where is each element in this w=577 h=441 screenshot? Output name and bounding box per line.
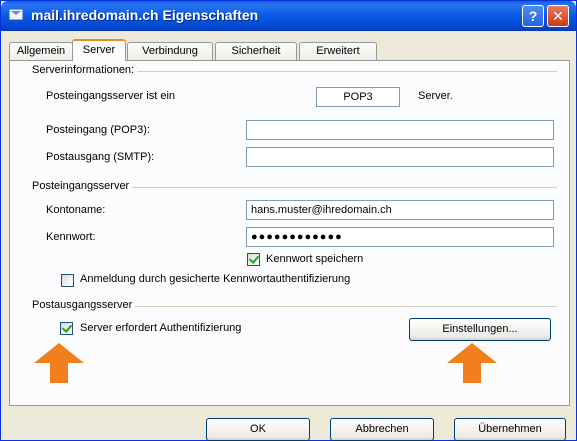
pop3-server-input[interactable] (246, 120, 554, 140)
tab-strip: Allgemein Server Verbindung Sicherheit E… (9, 39, 569, 61)
tab-verbindung[interactable]: Verbindung (127, 42, 213, 60)
smtp-label: Postausgang (SMTP): (46, 151, 155, 163)
password-label: Kennwort: (46, 231, 96, 243)
outgoing-server-group-label: Postausgangsserver (32, 299, 136, 311)
incoming-type-label: Posteingangsserver ist ein (46, 90, 176, 102)
tab-allgemein[interactable]: Allgemein (9, 42, 73, 60)
spa-checkbox[interactable] (61, 274, 74, 287)
tab-server[interactable]: Server (72, 39, 126, 61)
arrow-up-icon (447, 343, 497, 383)
apply-button[interactable]: Übernehmen (454, 418, 566, 441)
cancel-button[interactable]: Abbrechen (330, 418, 434, 441)
mail-account-icon (9, 9, 23, 20)
title-bar[interactable]: mail.ihredomain.ch Eigenschaften ? ✕ (1, 1, 576, 31)
window-title: mail.ihredomain.ch Eigenschaften (31, 7, 259, 23)
server-tab-panel: Serverinformationen: Posteingangsserver … (9, 60, 570, 406)
save-password-label[interactable]: Kennwort speichern (266, 253, 363, 265)
account-name-input[interactable]: hans.muster@ihredomain.ch (246, 200, 554, 220)
account-name-label: Kontoname: (46, 204, 106, 216)
save-password-checkbox[interactable] (247, 253, 260, 266)
incoming-server-group-label: Posteingangsserver (32, 180, 133, 192)
help-button[interactable]: ? (522, 5, 544, 27)
smtp-server-input[interactable] (246, 147, 554, 167)
auth-required-label[interactable]: Server erfordert Authentifizierung (80, 322, 241, 334)
password-input[interactable]: ●●●●●●●●●●●● (246, 227, 554, 247)
tab-erweitert[interactable]: Erweitert (299, 42, 377, 60)
incoming-type-suffix: Server. (418, 90, 453, 102)
close-button[interactable]: ✕ (547, 5, 569, 27)
pop3-label: Posteingang (POP3): (46, 124, 150, 136)
auth-required-checkbox[interactable] (60, 322, 73, 335)
tab-sicherheit[interactable]: Sicherheit (215, 42, 297, 60)
settings-button[interactable]: Einstellungen... (409, 318, 551, 341)
ok-button[interactable]: OK (206, 418, 310, 441)
spa-label[interactable]: Anmeldung durch gesicherte Kennwortauthe… (80, 273, 350, 285)
incoming-type-value: POP3 (316, 87, 400, 107)
properties-dialog: mail.ihredomain.ch Eigenschaften ? ✕ All… (0, 0, 577, 441)
server-info-group-label: Serverinformationen: (32, 64, 138, 76)
arrow-up-icon (34, 343, 84, 383)
